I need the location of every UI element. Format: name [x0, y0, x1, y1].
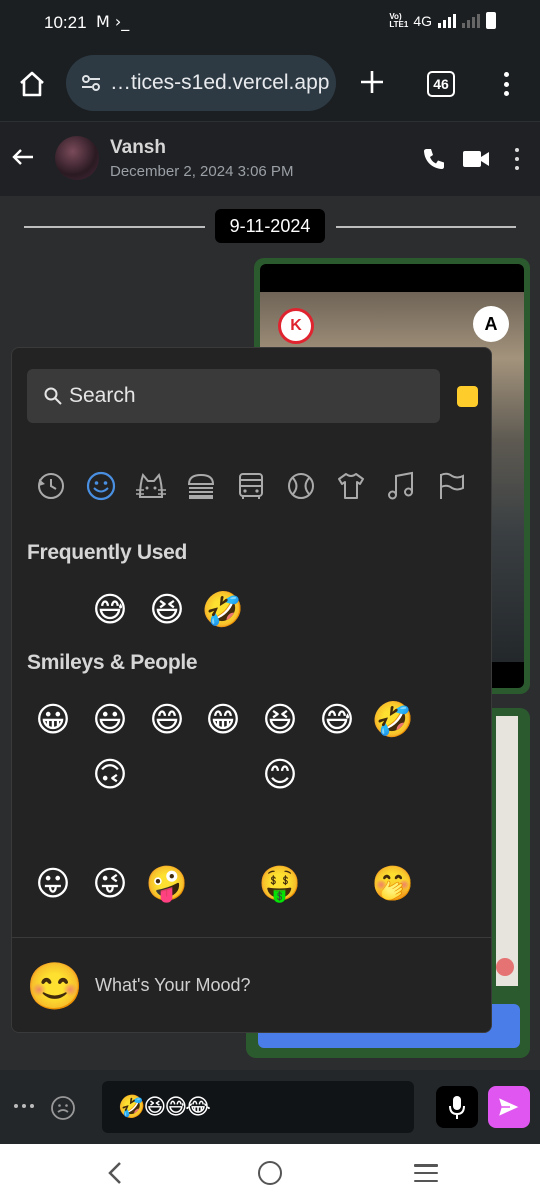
emoji-toggle-icon[interactable]: [50, 1095, 76, 1121]
system-navigation-bar: [0, 1144, 540, 1202]
emoji-option[interactable]: 🤣: [371, 698, 415, 742]
emoji-option[interactable]: 😃: [88, 698, 132, 742]
emoji-option[interactable]: 😊: [258, 753, 302, 797]
signal-icon: [438, 13, 456, 28]
home-icon[interactable]: [16, 68, 48, 100]
phone-icon[interactable]: [421, 146, 447, 172]
smiley-icon[interactable]: [83, 468, 119, 504]
chat-header: Vansh December 2, 2024 3:06 PM: [0, 122, 540, 196]
app-logo-right: A: [473, 306, 509, 342]
more-options-icon[interactable]: [14, 1104, 34, 1110]
signal-sim2-icon: [462, 13, 480, 28]
emoji-option[interactable]: 🤣: [201, 588, 245, 632]
last-seen: December 2, 2024 3:06 PM: [110, 163, 294, 180]
cat-icon[interactable]: [133, 468, 169, 504]
divider: [24, 226, 205, 228]
emoji-option[interactable]: 😆: [258, 698, 302, 742]
emoji-option[interactable]: 😁: [201, 698, 245, 742]
send-button[interactable]: [488, 1086, 530, 1128]
date-separator: 9-11-2024: [215, 209, 325, 243]
emoji-option[interactable]: 🤪: [145, 862, 189, 906]
status-time: 10:21: [44, 13, 87, 32]
address-bar[interactable]: …tices-s1ed.vercel.app: [66, 55, 336, 111]
shirt-icon[interactable]: [333, 468, 369, 504]
emoji-option[interactable]: 😛: [31, 862, 75, 906]
status-indicators: Vo) LTE1 4G: [389, 12, 496, 29]
emoji-option[interactable]: 😜: [88, 862, 132, 906]
browser-menu-icon[interactable]: [496, 68, 516, 100]
add-icon: [496, 958, 514, 976]
app-logo-left: K: [278, 308, 314, 344]
search-icon: [44, 387, 62, 405]
nav-recents-icon[interactable]: [414, 1164, 438, 1182]
smileys-title: Smileys & People: [27, 651, 198, 674]
map-preview: [496, 716, 518, 986]
emoji-option[interactable]: 🤭: [371, 862, 415, 906]
recent-icon[interactable]: [33, 468, 69, 504]
avatar[interactable]: [55, 136, 99, 180]
notification-icons: M ›_: [96, 12, 130, 31]
emoji-option[interactable]: 😀: [31, 698, 75, 742]
emoji-category-tabs: [30, 468, 480, 504]
emoji-option[interactable]: 😄: [145, 698, 189, 742]
url-text: …tices-s1ed.vercel.app: [110, 71, 330, 94]
site-settings-icon[interactable]: [80, 72, 102, 94]
emoji-option[interactable]: 😅: [315, 698, 359, 742]
emoji-option[interactable]: 🙃: [88, 753, 132, 797]
emoji-option[interactable]: 😅: [88, 588, 132, 632]
battery-icon: [486, 12, 496, 29]
send-icon: [497, 1096, 521, 1118]
frequently-used-title: Frequently Used: [27, 541, 188, 564]
tab-switcher-button[interactable]: 46: [427, 71, 455, 97]
emoji-search-input[interactable]: [69, 384, 409, 408]
skin-tone-selector[interactable]: [457, 386, 478, 407]
ball-icon[interactable]: [283, 468, 319, 504]
emoji-option[interactable]: 😆: [145, 588, 189, 632]
contact-name: Vansh: [110, 137, 166, 158]
back-arrow-icon[interactable]: [10, 144, 36, 170]
microphone-button[interactable]: [436, 1086, 478, 1128]
flag-icon[interactable]: [433, 468, 469, 504]
network-type: 4G: [413, 12, 432, 29]
microphone-icon: [449, 1096, 465, 1119]
status-bar: 10:21 M ›_ Vo) LTE1 4G: [0, 0, 540, 44]
nav-home-icon[interactable]: [258, 1161, 282, 1185]
bus-icon[interactable]: [233, 468, 269, 504]
emoji-preview-bar: 😊 What's Your Mood?: [12, 937, 491, 1032]
video-call-icon[interactable]: [462, 148, 490, 170]
nav-back-icon[interactable]: [104, 1160, 126, 1186]
divider: [336, 226, 516, 228]
music-icon[interactable]: [383, 468, 419, 504]
mood-prompt: What's Your Mood?: [95, 975, 251, 995]
emoji-picker: Frequently Used 😅 😆 🤣 Smileys & People 😀…: [11, 347, 492, 1033]
volte-indicator: Vo) LTE1: [389, 11, 409, 29]
new-tab-icon[interactable]: [356, 66, 388, 98]
mood-emoji: 😊: [26, 960, 84, 1012]
emoji-option[interactable]: 🤑: [258, 862, 302, 906]
browser-toolbar: …tices-s1ed.vercel.app 46: [0, 44, 540, 122]
message-input[interactable]: 🤣😆😅😂: [102, 1081, 414, 1133]
chat-menu-icon[interactable]: [512, 148, 522, 170]
food-icon[interactable]: [183, 468, 219, 504]
message-composer: 🤣😆😅😂: [0, 1070, 540, 1144]
emoji-search[interactable]: [27, 369, 440, 423]
